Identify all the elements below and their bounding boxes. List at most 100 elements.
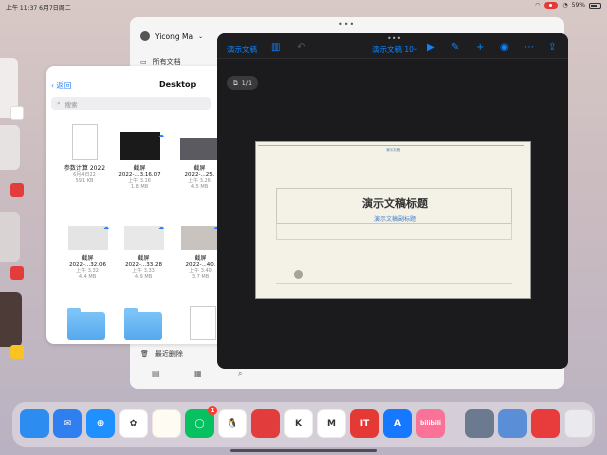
app-switcher-thumbnail-4[interactable] [0,292,22,347]
browse-tab-icon[interactable]: ▦ [194,369,204,379]
mail-app-icon[interactable]: ✉ [53,409,82,438]
wechat-app-icon[interactable]: ◯ 1 [185,406,217,438]
notes-app-icon[interactable] [152,409,181,438]
video-app-icon[interactable] [531,409,560,438]
files-app-icon[interactable] [20,409,49,438]
document-title[interactable]: 演示文稿 10 [372,44,414,55]
sidebar-toggle-icon[interactable]: ▥ [271,42,280,53]
trash-icon: 🗑 [140,350,149,358]
keynote-toolbar: ••• 演示文稿 ▥ ↶ 演示文稿 10 ⌄ ▶ ✎ + ◉ ⋯ ⇪ [217,33,568,59]
mail-app-icon-glyph: ✉ [63,418,72,429]
safari-app-icon[interactable]: ⊕ [86,409,115,438]
photos-app-icon[interactable]: ✿ [119,409,148,438]
file-item[interactable]: 截屏 2022-...32.06 上午 3.32 4.4 MB [60,226,115,280]
translate-app-icon-glyph: A [394,418,401,429]
app-switcher-thumbnail-3[interactable] [0,212,20,262]
wechat-app-icon-glyph: ◯ [194,418,205,429]
wifi-icon: ◠ [535,2,541,9]
photos-mini-icon [10,106,24,120]
qq-app-icon-glyph: 🐧 [226,418,239,429]
red-app-mini-icon [10,183,24,197]
file-name: 参数计算 2022 [63,165,106,172]
photo1-app-icon[interactable] [465,409,494,438]
recents-tab-icon[interactable]: ▤ [152,369,162,379]
file-item[interactable]: 截屏 2022-...33.28 上午 3.33 4.9 MB [116,226,171,280]
file-name: 截屏 [133,165,146,172]
search-icon: ⌕ [57,99,61,107]
file-thumbnail[interactable] [190,306,216,340]
yellow-app-mini-icon [10,345,24,359]
sidebar-item-recently-deleted[interactable]: 🗑 最近删除 [140,349,183,359]
status-right: ◠ ◔ 59% [535,2,601,9]
home-indicator[interactable] [230,449,377,452]
add-icon[interactable]: + [476,42,484,53]
file-item[interactable]: 截屏 2022-...3.16.07 上午 3.16 1.8 MB [112,132,167,190]
folder-icon[interactable] [67,308,105,340]
alarm-icon: ◔ [562,2,568,9]
back-label: 返回 [56,81,72,90]
collaborate-icon[interactable]: ◉ [500,42,509,53]
blue-m-app-icon-glyph: M [327,418,336,429]
page-count: 1/1 [241,79,253,87]
photos-app-icon-glyph: ✿ [129,418,138,429]
slide-decoration-dot [294,270,303,279]
app-library-icon[interactable] [564,409,593,438]
slide-canvas[interactable]: 演示文稿 演示文稿标题 演示文稿副标题 [255,141,531,299]
status-date: 6月7日周二 [39,5,71,12]
ithome-app-icon[interactable]: IT [350,409,379,438]
kuaipan-app-icon[interactable]: K [284,409,313,438]
screen-record-icon[interactable] [544,2,559,9]
slide-header-text: 演示文稿 [386,148,400,152]
icloud-icon: ☁ [158,132,164,139]
document-icon: ▭ [140,58,147,66]
file-name: 截屏 [81,255,94,262]
chevron-down-icon[interactable]: ⌄ [413,45,418,52]
safari-app-icon-glyph: ⊕ [96,418,105,429]
more-icon[interactable]: ⋯ [524,42,534,53]
bilibili-app-icon[interactable]: bilibili [416,409,445,438]
app-switcher-thumbnail-2[interactable] [0,125,20,170]
dock: ✉ ⊕ ✿ ◯ 1 🐧 K M IT Abilibili [12,402,595,447]
files-title: Desktop [159,80,197,89]
page-indicator[interactable]: ⧉ 1/1 [227,76,259,90]
window-multitask-dots[interactable]: ••• [338,20,355,29]
files-window[interactable]: ‹ 返回 Desktop ⌕ 搜索 参数计算 2022 6月4日22 591 K… [46,66,236,344]
status-time: 上午 11:37 [6,5,38,12]
icloud-icon: ☁ [158,224,164,231]
back-button[interactable]: ‹ 返回 [51,80,71,91]
file-size: 4.4 MB [78,274,97,280]
file-name: 截屏 [137,255,150,262]
photo2-app-icon[interactable] [498,409,527,438]
files-nav-bar: ‹ 返回 Desktop [46,78,236,94]
translate-app-icon[interactable]: A [383,409,412,438]
sidebar-item-label: 最近删除 [154,350,183,358]
file-thumbnail [179,138,220,160]
file-item[interactable]: 参数计算 2022 6月4日22 591 KB [57,124,112,184]
slide-divider [276,283,512,284]
kuaipan-app-icon-glyph: K [295,418,302,429]
play-icon[interactable]: ▶ [427,42,435,53]
slide-subtitle-box[interactable]: 演示文稿副标题 [276,216,512,240]
documents-button[interactable]: 演示文稿 [227,44,257,55]
folder-icon[interactable] [124,308,162,340]
search-input[interactable]: ⌕ 搜索 [51,97,211,110]
avatar [140,31,150,41]
battery-percent: 59% [571,2,585,9]
user-account[interactable]: Yicong Ma ⌄ [140,31,203,41]
ithome-app-icon-glyph: IT [359,418,370,429]
share-icon[interactable]: ⇪ [548,42,556,53]
keynote-window[interactable]: ••• 演示文稿 ▥ ↶ 演示文稿 10 ⌄ ▶ ✎ + ◉ ⋯ ⇪ ⧉ 1/1… [217,33,568,369]
qq-app-icon[interactable]: 🐧 [218,409,247,438]
unknown-red-app-icon[interactable] [251,409,280,438]
red-app-mini-icon-2 [10,266,24,280]
search-tab-icon[interactable]: ⌕ [238,369,248,379]
file-thumbnail [67,226,108,250]
window-multitask-dots[interactable]: ••• [387,34,401,43]
blue-m-app-icon[interactable]: M [317,409,346,438]
notification-badge: 1 [208,406,217,415]
chevron-left-icon: ‹ [51,81,54,90]
chevron-down-icon: ⌄ [198,32,204,40]
file-thumbnail [119,132,160,160]
format-brush-icon[interactable]: ✎ [451,42,459,53]
undo-icon[interactable]: ↶ [297,42,305,53]
